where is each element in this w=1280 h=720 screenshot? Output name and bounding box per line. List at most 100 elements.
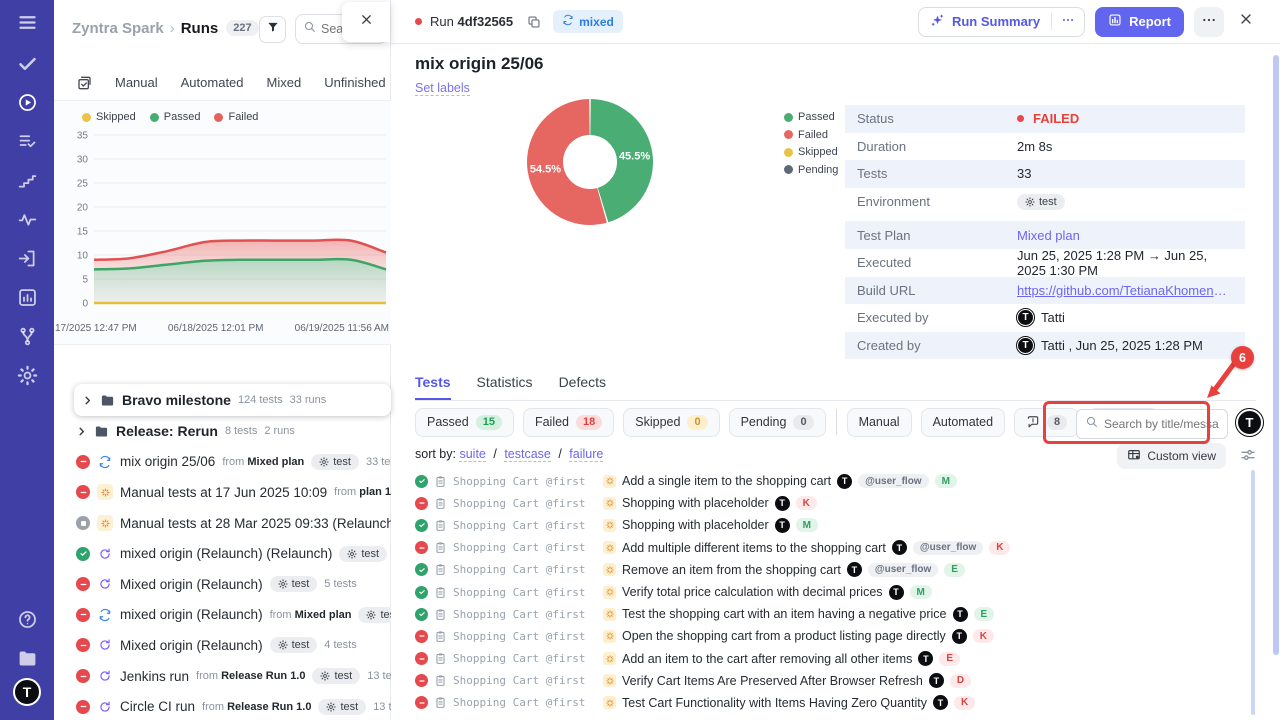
filter-chip-passed[interactable]: Passed15 [415,408,514,437]
test-row[interactable]: Shopping Cart @first…Shopping with place… [415,514,1250,536]
legend-label: Skipped [96,111,136,123]
assignee-avatar[interactable]: T [892,540,907,555]
tests-list-scrollbar[interactable] [1251,470,1255,715]
run-row[interactable]: Manual tests at 17 Jun 2025 10:09from pl… [54,477,391,508]
run-name: mixed origin (Relaunch) (Relaunch) [120,546,332,561]
custom-view-button[interactable]: Custom view [1117,443,1226,469]
gear-icon [326,702,336,712]
test-label: E [974,607,995,621]
run-type-relaunch-icon [97,576,113,592]
rail-play-circle-icon[interactable] [0,83,54,122]
test-row[interactable]: Shopping Cart @first…Verify Cart Items A… [415,670,1250,692]
filter-chip-manual[interactable]: Manual [847,408,912,437]
tests-search[interactable] [1076,409,1228,439]
runs-panel-header: Zyntra Spark›Runs227 [54,0,390,56]
tab-tests[interactable]: Tests [415,374,451,400]
assignee-avatar[interactable]: T [1236,409,1263,436]
run-folder-row[interactable]: Bravo milestone124 tests33 runs [74,384,391,416]
run-summary-button[interactable]: Run Summary [918,7,1085,37]
rail-pulse-icon[interactable] [0,200,54,239]
rail-steps-icon[interactable] [0,161,54,200]
assignee-avatar[interactable]: T [775,496,790,511]
filter-chip-pending[interactable]: Pending0 [729,408,826,437]
assignee-avatar[interactable]: T [918,651,933,666]
test-row[interactable]: Shopping Cart @first…Add an item to the … [415,648,1250,670]
rail-gear-icon[interactable] [0,356,54,395]
assignee-avatar[interactable]: T [837,474,852,489]
filter-chip-failed[interactable]: Failed18 [523,408,614,437]
run-row[interactable]: Manual tests at 28 Mar 2025 09:33 (Relau… [54,508,391,539]
tab-defects[interactable]: Defects [559,374,606,400]
run-row[interactable]: Circle CI runfrom Release Run 1.0test13 … [54,691,391,720]
assignee-avatar[interactable]: T [847,562,862,577]
sort-option-suite[interactable]: suite [459,447,485,462]
runs-tab-mixed[interactable]: Mixed [267,75,302,90]
runs-tab-manual[interactable]: Manual [115,75,158,90]
test-row[interactable]: Shopping Cart @first…Verify total price … [415,581,1250,603]
run-type-badge[interactable]: mixed [553,10,623,33]
filter-chip-comment-alert[interactable]: 8 [1014,408,1079,437]
rail-menu-icon[interactable] [0,0,54,44]
test-row[interactable]: Shopping Cart @first…Add a single item t… [415,470,1250,492]
runs-tab-automated[interactable]: Automated [181,75,244,90]
copy-icon[interactable] [527,15,541,29]
test-row[interactable]: Shopping Cart @first…Test the shopping c… [415,603,1250,625]
filter-button[interactable] [259,16,286,43]
more-actions-button[interactable] [1194,7,1224,37]
build-url-link[interactable]: https://github.com/TetianaKhomenko/Load-… [1017,283,1233,298]
detail-label: Executed [857,255,1017,270]
svg-text:35: 35 [77,131,89,142]
run-row[interactable]: Mixed origin (Relaunch)test4 tests [54,630,391,661]
run-row[interactable]: mix origin 25/06from Mixed plantest33 te… [54,447,391,478]
rail-help-icon[interactable] [0,600,54,639]
set-labels-link[interactable]: Set labels [415,81,470,96]
rail-branch-icon[interactable] [0,317,54,356]
view-settings-button[interactable] [1240,447,1256,466]
assignee-avatar[interactable]: T [933,695,948,710]
ellipsis-icon [1201,12,1217,31]
test-row[interactable]: Shopping Cart @first…Remove an item from… [415,559,1250,581]
breadcrumb-workspace[interactable]: Zyntra Spark [72,20,164,37]
filter-chip-automated[interactable]: Automated [921,408,1005,437]
close-run-button[interactable] [1238,11,1254,32]
clipboard-icon [434,563,447,576]
test-row[interactable]: Shopping Cart @first…Shopping with place… [415,492,1250,514]
sort-option-testcase[interactable]: testcase [504,447,551,462]
test-row[interactable]: Shopping Cart @first…Add multiple differ… [415,537,1250,559]
chevron-right-icon[interactable] [82,395,93,406]
filter-chip-skipped[interactable]: Skipped0 [623,408,719,437]
sort-option-failure[interactable]: failure [569,447,603,462]
assignee-avatar[interactable]: T [952,629,967,644]
rail-login-icon[interactable] [0,239,54,278]
run-row[interactable]: mixed origin (Relaunch) (Relaunch)test [54,538,391,569]
assignee-avatar[interactable]: T [775,518,790,533]
chevron-right-icon[interactable] [76,426,87,437]
rail-list-check-icon[interactable] [0,122,54,161]
run-folder-row[interactable]: Release: Rerun8 tests2 runs [54,416,391,447]
close-popover[interactable] [342,2,390,42]
assignee-avatar[interactable]: T [889,585,904,600]
run-summary-more-button[interactable] [1051,13,1084,30]
rail-folder-icon[interactable] [0,639,54,678]
test-label: K [989,541,1010,555]
test-suite: Shopping Cart @first… [453,696,585,709]
test-plan-link[interactable]: Mixed plan [1017,228,1080,243]
assignee-avatar[interactable]: T [929,673,944,688]
select-runs-icon[interactable] [76,75,92,91]
page-scrollbar[interactable] [1273,55,1279,655]
tests-search-input[interactable] [1104,417,1219,431]
run-row[interactable]: Jenkins runfrom Release Run 1.0test13 te… [54,661,391,692]
run-row[interactable]: mixed origin (Relaunch)from Mixed plante… [54,600,391,631]
test-title: Test the shopping cart with an item havi… [622,607,947,621]
breadcrumb-page[interactable]: Runs [181,20,219,37]
assignee-avatar[interactable]: T [953,607,968,622]
test-row[interactable]: Shopping Cart @first…Test Cart Functiona… [415,692,1250,714]
rail-check-icon[interactable] [0,44,54,83]
runs-tab-unfinished[interactable]: Unfinished [324,75,385,90]
report-button[interactable]: Report [1095,7,1184,37]
test-row[interactable]: Shopping Cart @first…Open the shopping c… [415,625,1250,647]
tab-statistics[interactable]: Statistics [477,374,533,400]
rail-bar-chart-icon[interactable] [0,278,54,317]
user-avatar[interactable]: T [13,678,41,706]
run-row[interactable]: Mixed origin (Relaunch)test5 tests [54,569,391,600]
